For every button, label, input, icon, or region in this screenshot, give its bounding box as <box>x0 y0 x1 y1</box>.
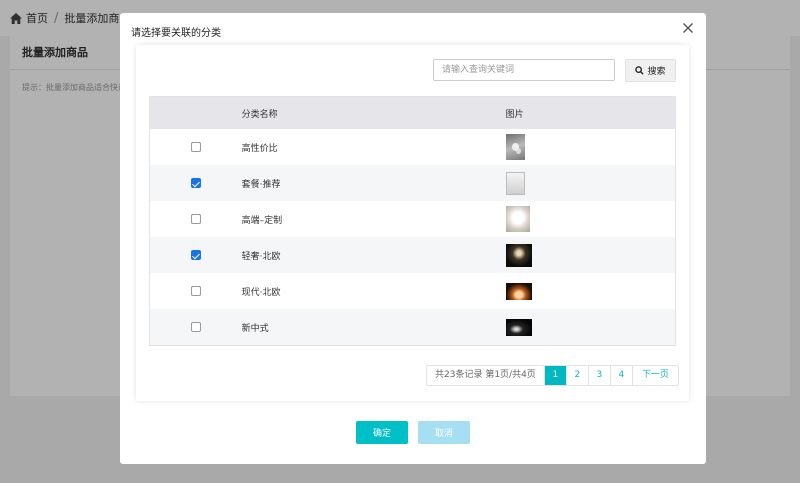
table-row[interactable]: 轻奢·北欧 <box>150 237 675 273</box>
table-row[interactable]: 套餐·推荐 <box>150 165 675 201</box>
row-name: 高端–定制 <box>241 215 283 226</box>
search-button[interactable]: 搜索 <box>625 59 676 82</box>
thumb-warm-lamp-icon <box>505 282 532 300</box>
search-button-label: 搜索 <box>647 67 666 77</box>
pagination-info: 共23条记录 第1页/共4页 <box>427 366 545 385</box>
row-name: 套餐·推荐 <box>241 179 281 190</box>
pagination: 共23条记录 第1页/共4页 1 2 3 4 下一页 <box>426 365 679 386</box>
thumb-pendant-lamp-icon <box>505 134 525 160</box>
page-3-button[interactable]: 3 <box>589 366 611 385</box>
category-card: 搜索 分类名称 图片 高性价比 套餐·推荐 高端–定制 <box>136 45 689 401</box>
row-checkbox[interactable] <box>190 178 201 188</box>
row-checkbox[interactable] <box>190 214 201 224</box>
close-icon <box>683 23 693 33</box>
modal-title: 请选择要关联的分类 <box>131 28 221 39</box>
page-2-button[interactable]: 2 <box>567 366 589 385</box>
row-name: 现代·北欧 <box>241 287 281 298</box>
row-checkbox[interactable] <box>190 286 201 296</box>
row-checkbox[interactable] <box>190 322 201 332</box>
thumb-dark-chandelier-icon <box>505 243 532 267</box>
table-header: 分类名称 图片 <box>150 97 675 129</box>
table-row[interactable]: 高性价比 <box>150 129 675 165</box>
row-name: 新中式 <box>241 323 269 334</box>
row-name: 高性价比 <box>241 143 278 154</box>
search-icon <box>635 66 645 75</box>
next-page-button[interactable]: 下一页 <box>633 366 678 385</box>
cancel-button[interactable]: 取消 <box>418 421 470 444</box>
table-row[interactable]: 现代·北欧 <box>150 273 675 309</box>
row-name: 轻奢·北欧 <box>241 251 281 262</box>
row-checkbox[interactable] <box>190 142 201 152</box>
page-4-button[interactable]: 4 <box>611 366 633 385</box>
row-checkbox[interactable] <box>190 250 201 260</box>
close-button[interactable] <box>680 20 696 36</box>
thumb-crystal-chandelier-icon <box>505 206 530 232</box>
thumb-white-lamp-icon <box>505 171 525 195</box>
search-input[interactable] <box>433 59 615 81</box>
table-row[interactable]: 新中式 <box>150 309 675 345</box>
page-1-button[interactable]: 1 <box>544 366 567 385</box>
thumb-night-lamp-icon <box>505 318 532 336</box>
confirm-button[interactable]: 确定 <box>356 421 408 444</box>
category-select-modal: 请选择要关联的分类 搜索 分类名称 图片 高性价比 <box>120 13 706 464</box>
category-table: 分类名称 图片 高性价比 套餐·推荐 高端–定制 轻奢·北欧 现代·北欧 新中式 <box>149 96 676 346</box>
table-row[interactable]: 高端–定制 <box>150 201 675 237</box>
header-image: 图片 <box>505 109 524 120</box>
header-name: 分类名称 <box>241 109 278 120</box>
